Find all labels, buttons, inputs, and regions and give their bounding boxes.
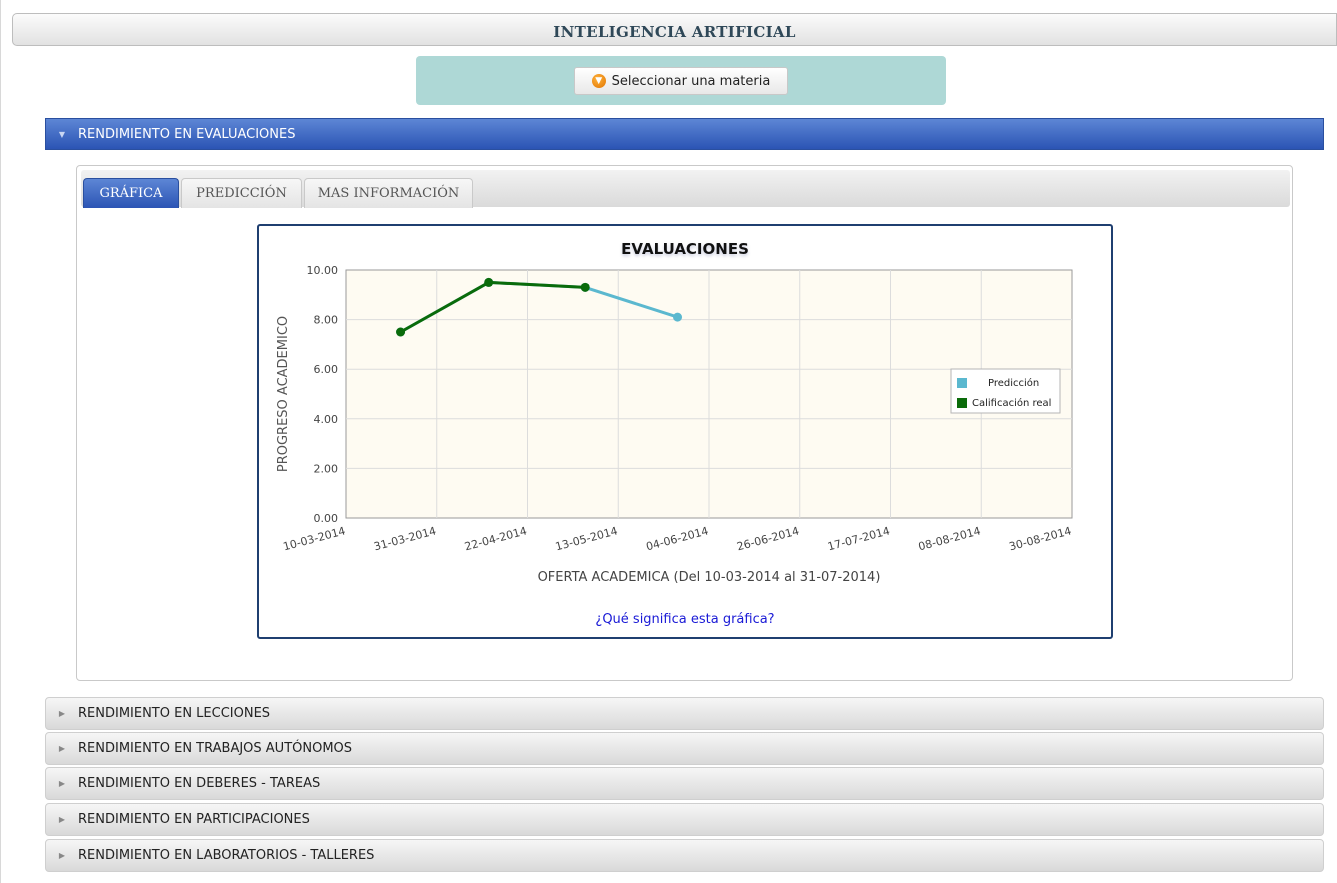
legend-swatch-calificacion-real	[957, 398, 967, 408]
accordion-header-label: RENDIMIENTO EN PARTICIPACIONES	[78, 812, 310, 827]
x-tick-label: 31-03-2014	[372, 524, 437, 553]
x-tick-label: 30-08-2014	[1008, 524, 1073, 553]
x-tick-label: 10-03-2014	[282, 524, 347, 553]
x-tick-label: 08-08-2014	[917, 524, 982, 553]
triangle-right-icon: ▶	[58, 851, 66, 860]
subject-selector-panel: ▼ Seleccionar una materia	[416, 56, 946, 105]
y-tick-label: 4.00	[314, 413, 339, 426]
tab-grafica[interactable]: GRÁFICA	[83, 178, 179, 208]
evaluaciones-content-panel: GRÁFICA PREDICCIÓN MAS INFORMACIÓN EVALU…	[76, 165, 1293, 681]
y-tick-label: 2.00	[314, 462, 339, 475]
x-tick-label: 13-05-2014	[554, 524, 619, 553]
accordion-header-evaluaciones[interactable]: ▼ RENDIMIENTO EN EVALUACIONES	[45, 118, 1324, 150]
x-tick-label: 17-07-2014	[826, 524, 891, 553]
page-title: INTELIGENCIA ARTIFICIAL	[553, 23, 796, 41]
tab-prediccion[interactable]: PREDICCIÓN	[181, 178, 302, 208]
accordion-header-label: RENDIMIENTO EN LABORATORIOS - TALLERES	[78, 848, 375, 863]
data-point-calificacion-real	[580, 282, 590, 292]
accordion-header-label: RENDIMIENTO EN TRABAJOS AUTÓNOMOS	[78, 741, 353, 756]
legend-label-calificacion-real: Calificación real	[972, 397, 1051, 409]
accordion-header-label: RENDIMIENTO EN LECCIONES	[78, 706, 271, 721]
accordion-header-lecciones[interactable]: ▶ RENDIMIENTO EN LECCIONES	[45, 697, 1324, 730]
legend-swatch-prediccion	[957, 378, 967, 388]
accordion-header-laboratorios-talleres[interactable]: ▶ RENDIMIENTO EN LABORATORIOS - TALLERES	[45, 839, 1324, 872]
page-header: INTELIGENCIA ARTIFICIAL	[12, 13, 1337, 46]
select-subject-button[interactable]: ▼ Seleccionar una materia	[574, 67, 788, 95]
triangle-right-icon: ▶	[58, 815, 66, 824]
y-tick-label: 8.00	[314, 314, 339, 327]
x-tick-label: 22-04-2014	[463, 524, 528, 553]
tab-mas-informacion[interactable]: MAS INFORMACIÓN	[304, 178, 473, 208]
arrow-down-circle-icon: ▼	[591, 74, 606, 88]
accordion-header-deberes-tareas[interactable]: ▶ RENDIMIENTO EN DEBERES - TAREAS	[45, 767, 1324, 800]
triangle-down-icon: ▼	[58, 129, 66, 139]
tab-strip: GRÁFICA PREDICCIÓN MAS INFORMACIÓN	[81, 170, 1290, 208]
triangle-right-icon: ▶	[58, 779, 66, 788]
x-tick-label: 04-06-2014	[645, 524, 710, 553]
y-tick-label: 6.00	[314, 363, 339, 376]
x-axis-label: OFERTA ACADEMICA (Del 10-03-2014 al 31-0…	[538, 570, 881, 585]
data-point-prediccion	[673, 312, 683, 322]
data-point-calificacion-real	[396, 327, 406, 337]
chart-legend: Predicción Calificación real	[950, 368, 1061, 414]
evaluaciones-chart: 0.00 2.00 4.00 6.00 8.00 10.00 10-03-2014 31-0…	[276, 264, 1073, 585]
accordion-header-trabajos-autonomos[interactable]: ▶ RENDIMIENTO EN TRABAJOS AUTÓNOMOS	[45, 732, 1324, 765]
y-tick-label: 10.00	[307, 264, 339, 277]
x-tick-label: 26-06-2014	[735, 524, 800, 553]
legend-label-prediccion: Predicción	[988, 377, 1039, 389]
chart-container: EVALUACIONES 0.00 2.00 4.00 6.00 8.00 10.00 1…	[257, 224, 1113, 639]
data-point-calificacion-real	[484, 277, 494, 287]
accordion-header-label: RENDIMIENTO EN EVALUACIONES	[78, 126, 296, 142]
tab-label: MAS INFORMACIÓN	[317, 186, 460, 201]
triangle-right-icon: ▶	[58, 744, 66, 753]
triangle-right-icon: ▶	[58, 709, 66, 718]
y-axis-label: PROGRESO ACADEMICO	[276, 316, 291, 472]
chart-help-link[interactable]: ¿Qué significa esta gráfica?	[259, 612, 1111, 627]
tab-label: GRÁFICA	[99, 186, 163, 201]
page-left-border	[0, 0, 1, 883]
accordion-header-label: RENDIMIENTO EN DEBERES - TAREAS	[78, 776, 321, 791]
select-subject-label: Seleccionar una materia	[611, 73, 771, 89]
y-tick-label: 0.00	[314, 512, 339, 525]
tab-label: PREDICCIÓN	[196, 186, 287, 201]
accordion-header-participaciones[interactable]: ▶ RENDIMIENTO EN PARTICIPACIONES	[45, 803, 1324, 836]
